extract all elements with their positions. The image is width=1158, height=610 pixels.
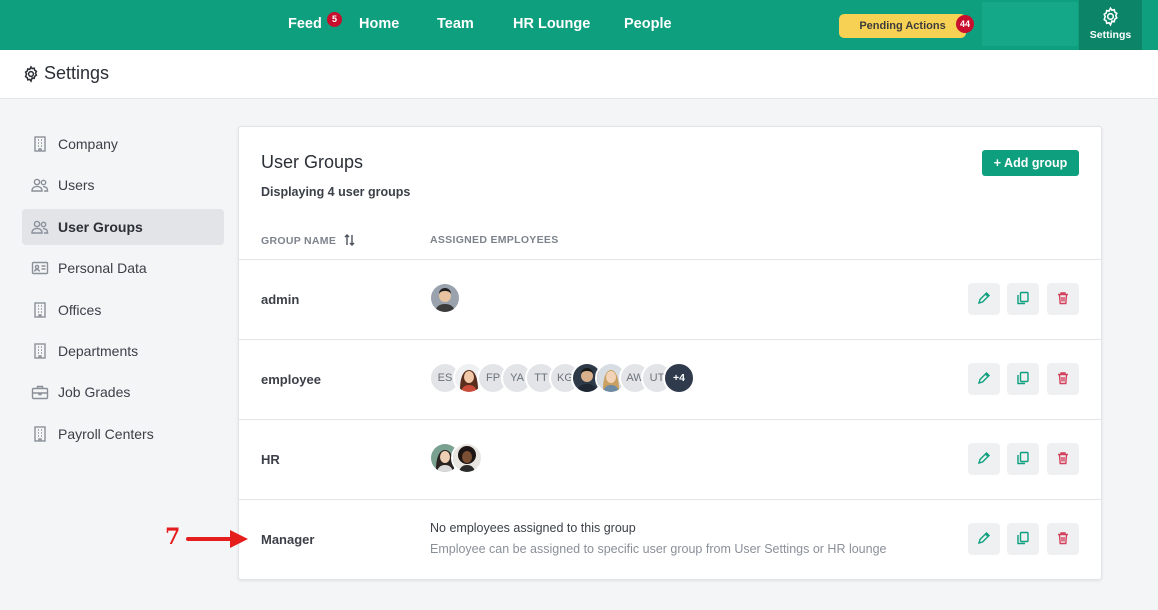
nav-team[interactable]: Team xyxy=(437,0,474,50)
delete-button[interactable] xyxy=(1047,443,1079,475)
sidebar-item-label: Company xyxy=(58,136,118,152)
sidebar-item-label: Users xyxy=(58,177,95,193)
pending-actions-badge: 44 xyxy=(956,15,974,33)
copy-icon xyxy=(1017,371,1029,385)
copy-icon xyxy=(1017,291,1029,305)
sidebar-item-company[interactable]: Company xyxy=(22,126,224,162)
nav-feed[interactable]: Feed xyxy=(288,0,322,50)
edit-button[interactable] xyxy=(968,283,1000,315)
nav-people-label: People xyxy=(624,16,672,32)
avatar[interactable] xyxy=(429,282,461,314)
group-name: admin xyxy=(261,292,300,307)
pending-actions-button[interactable]: Pending Actions xyxy=(839,14,966,38)
nav-feed-label: Feed xyxy=(288,16,322,32)
table-row: Manager No employees assigned to this gr… xyxy=(239,499,1101,579)
duplicate-button[interactable] xyxy=(1007,363,1039,395)
edit-button[interactable] xyxy=(968,523,1000,555)
group-name: HR xyxy=(261,452,280,467)
building-icon xyxy=(34,343,46,359)
column-header-group-name[interactable]: GROUP NAME xyxy=(261,234,355,247)
building-icon xyxy=(34,426,46,442)
sidebar-item-label: Offices xyxy=(58,302,102,318)
pencil-icon xyxy=(977,292,990,305)
nav-hr-lounge[interactable]: HR Lounge xyxy=(513,0,590,50)
no-employees-text: No employees assigned to this group xyxy=(430,521,636,535)
sidebar-item-offices[interactable]: Offices xyxy=(22,292,224,328)
duplicate-button[interactable] xyxy=(1007,443,1039,475)
sort-icon[interactable] xyxy=(344,234,355,246)
copy-icon xyxy=(1017,451,1029,465)
pencil-icon xyxy=(977,452,990,465)
edit-button[interactable] xyxy=(968,363,1000,395)
card-title: User Groups xyxy=(261,152,364,172)
building-icon xyxy=(34,136,46,152)
sidebar-item-payroll-centers[interactable]: Payroll Centers xyxy=(22,416,224,452)
avatar[interactable] xyxy=(451,442,483,474)
page-header: Settings xyxy=(0,50,1158,99)
table-row: HR xyxy=(239,419,1101,499)
no-employees-hint: Employee can be assigned to specific use… xyxy=(430,542,887,556)
user-groups-card: User Groups Displaying 4 user groups + A… xyxy=(238,126,1102,580)
duplicate-button[interactable] xyxy=(1007,523,1039,555)
sidebar-item-departments[interactable]: Departments xyxy=(22,333,224,369)
group-name: employee xyxy=(261,372,321,387)
table-row: employee ES FP YA TT KG AW UT +4 xyxy=(239,339,1101,419)
gear-icon xyxy=(24,65,38,83)
feed-badge: 5 xyxy=(327,12,342,27)
delete-button[interactable] xyxy=(1047,283,1079,315)
column-header-assigned-employees: ASSIGNED EMPLOYEES xyxy=(430,234,559,246)
group-name: Manager xyxy=(261,532,315,547)
duplicate-button[interactable] xyxy=(1007,283,1039,315)
sidebar-item-personal-data[interactable]: Personal Data xyxy=(22,250,224,286)
sidebar-item-user-groups[interactable]: User Groups xyxy=(22,209,224,245)
add-group-button[interactable]: + Add group xyxy=(982,150,1079,176)
sidebar-item-label: Job Grades xyxy=(58,384,131,400)
more-avatars-badge[interactable]: +4 xyxy=(663,362,695,394)
nav-settings-button[interactable]: Settings xyxy=(1079,0,1142,50)
nav-home-label: Home xyxy=(359,16,400,32)
id-card-icon xyxy=(31,261,49,275)
sidebar-item-label: Departments xyxy=(58,343,139,359)
trash-icon xyxy=(1058,372,1068,385)
gear-icon xyxy=(1103,6,1118,27)
sidebar-item-job-grades[interactable]: Job Grades xyxy=(22,374,224,410)
nav-home[interactable]: Home xyxy=(359,0,399,50)
nav-people[interactable]: People xyxy=(624,0,672,50)
trash-icon xyxy=(1058,292,1068,305)
table-row: admin xyxy=(239,259,1101,339)
page-title: Settings xyxy=(44,63,110,83)
delete-button[interactable] xyxy=(1047,363,1079,395)
delete-button[interactable] xyxy=(1047,523,1079,555)
annotation-number: 7 xyxy=(165,524,181,550)
nav-hr-lounge-label: HR Lounge xyxy=(513,16,591,32)
top-navbar: Feed 5 Home Team HR Lounge People Pendin… xyxy=(0,0,1158,50)
building-icon xyxy=(34,302,46,318)
edit-button[interactable] xyxy=(968,443,1000,475)
pencil-icon xyxy=(977,532,990,545)
nav-settings-label: Settings xyxy=(1089,29,1132,41)
sidebar-item-label: Personal Data xyxy=(58,260,147,276)
trash-icon xyxy=(1058,452,1068,465)
briefcase-icon xyxy=(31,385,49,400)
trash-icon xyxy=(1058,532,1068,545)
copy-icon xyxy=(1017,531,1029,545)
column-header-label: GROUP NAME xyxy=(261,235,337,247)
sidebar-item-label: User Groups xyxy=(58,219,143,235)
pencil-icon xyxy=(977,372,990,385)
users-icon xyxy=(31,220,49,234)
users-icon xyxy=(31,178,49,192)
sidebar-item-label: Payroll Centers xyxy=(58,426,154,442)
nav-placeholder-box xyxy=(982,2,1078,46)
annotation-arrow-icon xyxy=(186,530,248,548)
sidebar-item-users[interactable]: Users xyxy=(22,167,224,203)
nav-team-label: Team xyxy=(437,16,474,32)
group-count-text: Displaying 4 user groups xyxy=(261,185,411,199)
